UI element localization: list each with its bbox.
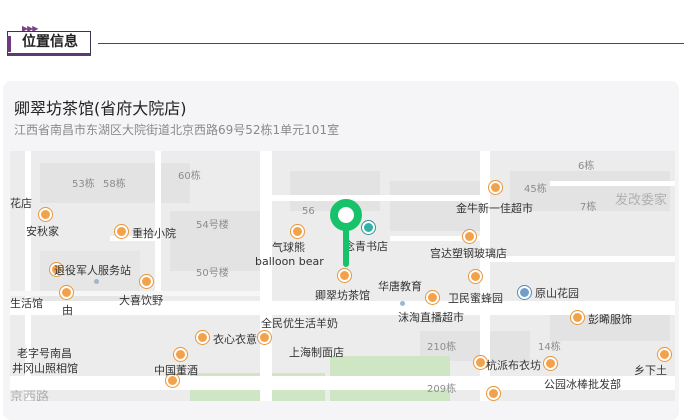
building-label: 7栋: [580, 202, 597, 213]
building-label: 14栋: [538, 342, 561, 353]
poi-label[interactable]: 彭晞服饰: [588, 311, 632, 327]
poi-label[interactable]: 卿翠坊茶馆: [315, 287, 370, 303]
restaurant-icon[interactable]: [174, 348, 187, 361]
location-pin-icon[interactable]: [330, 199, 362, 231]
building-label: 54号楼: [196, 220, 229, 231]
poi-label[interactable]: 花店: [10, 195, 32, 211]
area-label: 发改委家: [615, 193, 668, 208]
supermarket-icon[interactable]: [426, 291, 439, 304]
poi-label[interactable]: 宫达塑钢玻璃店: [430, 245, 507, 261]
shop-icon[interactable]: [544, 357, 557, 370]
shop-icon[interactable]: [469, 270, 482, 283]
building-label: 50号楼: [196, 268, 229, 279]
building-label: 6栋: [578, 161, 595, 172]
poi-label[interactable]: 乡下土: [634, 362, 667, 378]
building-label: 45栋: [524, 184, 547, 195]
place-address[interactable]: 江西省南昌市东湖区大院街道北京西路69号52栋1单元101室: [14, 121, 339, 138]
marker-dot-icon: [400, 301, 405, 306]
restaurant-icon[interactable]: [140, 275, 153, 288]
shop-icon[interactable]: [463, 230, 476, 243]
poi-label[interactable]: 重拾小院: [132, 225, 176, 241]
poi-label[interactable]: balloon bear: [255, 255, 324, 268]
supermarket-icon[interactable]: [489, 181, 502, 194]
poi-label[interactable]: 原山花园: [535, 285, 579, 301]
location-pin-stem: [343, 229, 349, 267]
poi-label[interactable]: 金牛新一佳超市: [456, 200, 533, 216]
poi-label[interactable]: 大喜饮野: [119, 292, 163, 308]
poi-label[interactable]: 卫民蜜蜂园: [448, 290, 503, 306]
shop-icon[interactable]: [571, 311, 584, 324]
building-label: 53栋: [72, 179, 95, 190]
poi-label[interactable]: 念青书店: [344, 238, 388, 254]
section-header: ▶▶▶ 位置信息: [0, 0, 684, 70]
map-view[interactable]: 53栋 58栋 60栋 54号楼 50号楼 56 6栋 45栋 7栋 210栋 …: [10, 151, 675, 401]
shop-icon[interactable]: [291, 225, 304, 238]
restaurant-icon[interactable]: [115, 225, 128, 238]
marker-dot-icon: [94, 279, 99, 284]
poi-label[interactable]: 华唐教育: [378, 278, 422, 294]
poi-label[interactable]: 气球熊: [272, 239, 305, 255]
shop-icon[interactable]: [60, 286, 73, 299]
poi-label[interactable]: 公园冰棒批发部: [544, 376, 621, 392]
shop-icon[interactable]: [39, 208, 52, 221]
section-title: 位置信息: [7, 31, 91, 56]
poi-label[interactable]: 中国董酒: [154, 362, 198, 378]
teahouse-icon[interactable]: [338, 269, 351, 282]
poi-label[interactable]: 井冈山照相馆: [12, 360, 78, 376]
poi-label[interactable]: 安秋家: [26, 223, 59, 239]
location-card[interactable]: 卿翠坊茶馆(省府大院店) 江西省南昌市东湖区大院街道北京西路69号52栋1单元1…: [3, 81, 679, 420]
shop-icon[interactable]: [658, 348, 671, 361]
building-label: 56: [302, 206, 315, 217]
poi-label[interactable]: 全民优生活羊奶: [261, 315, 338, 331]
building-label: 60栋: [178, 171, 201, 182]
place-name[interactable]: 卿翠坊茶馆(省府大院店): [14, 95, 187, 119]
poi-label[interactable]: 生活馆: [10, 295, 43, 311]
poi-label[interactable]: 退役军人服务站: [54, 262, 131, 278]
restaurant-icon[interactable]: [258, 331, 271, 344]
poi-label[interactable]: 老字号南昌: [17, 345, 72, 361]
poi-label[interactable]: 杭派布衣坊: [486, 357, 541, 373]
poi-label[interactable]: 由: [62, 302, 73, 318]
building-label: 209栋: [427, 384, 457, 395]
building-label: 210栋: [427, 342, 457, 353]
poi-label[interactable]: 上海制面店: [289, 344, 344, 360]
building-label: 58栋: [103, 179, 126, 190]
bookstore-icon[interactable]: [362, 221, 375, 234]
poi-label[interactable]: 沫淘直播超市: [398, 309, 464, 325]
garden-icon[interactable]: [518, 286, 531, 299]
road-label: 京西路: [10, 390, 50, 401]
poi-label[interactable]: 衣心衣意: [213, 331, 257, 347]
shop-icon[interactable]: [196, 331, 209, 344]
shop-icon[interactable]: [487, 387, 500, 400]
section-divider: [98, 43, 684, 44]
